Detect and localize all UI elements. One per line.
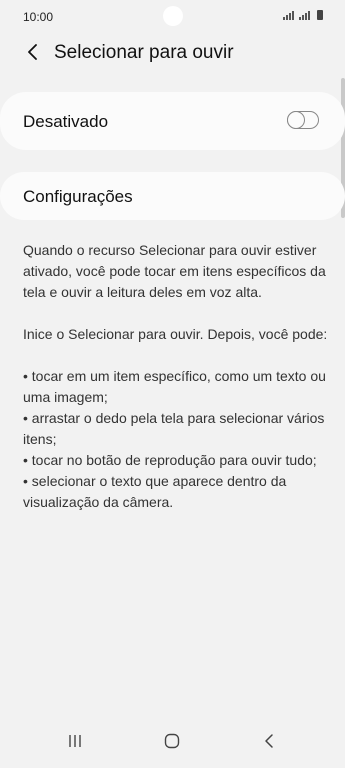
list-item: • tocar no botão de reprodução para ouvi… bbox=[23, 452, 317, 468]
status-bar: 10:00 bbox=[0, 0, 345, 32]
description-bullets: • tocar em um item específico, como um t… bbox=[23, 366, 328, 513]
settings-label: Configurações bbox=[23, 187, 133, 206]
list-item: • selecionar o texto que aparece dentro … bbox=[23, 473, 287, 510]
toggle-card[interactable]: Desativado bbox=[0, 92, 345, 150]
description: Quando o recurso Selecionar para ouvir e… bbox=[23, 240, 328, 513]
back-nav-button[interactable] bbox=[256, 728, 282, 754]
recent-apps-button[interactable] bbox=[62, 728, 88, 754]
header: Selecionar para ouvir bbox=[0, 37, 345, 69]
camera-cutout bbox=[163, 6, 183, 26]
list-item: • tocar em um item específico, como um t… bbox=[23, 368, 326, 405]
status-time: 10:00 bbox=[23, 10, 54, 24]
navigation-bar bbox=[0, 712, 345, 768]
battery-icon bbox=[317, 10, 323, 20]
list-item: • arrastar o dedo pela tela para selecio… bbox=[23, 410, 325, 447]
signal-icon bbox=[283, 10, 295, 20]
toggle-label: Desativado bbox=[23, 112, 109, 131]
signal-icon bbox=[299, 10, 311, 20]
back-button[interactable] bbox=[20, 39, 46, 65]
home-icon bbox=[164, 733, 180, 749]
recent-apps-icon bbox=[69, 735, 81, 747]
settings-item[interactable]: Configurações bbox=[0, 172, 345, 220]
toggle-switch[interactable] bbox=[286, 110, 319, 129]
back-icon bbox=[265, 734, 273, 748]
page-title: Selecionar para ouvir bbox=[54, 42, 234, 63]
switch-knob bbox=[286, 110, 305, 129]
status-icons bbox=[283, 10, 323, 20]
description-intro: Quando o recurso Selecionar para ouvir e… bbox=[23, 242, 326, 300]
chevron-left-icon bbox=[28, 44, 37, 60]
home-button[interactable] bbox=[159, 728, 185, 754]
description-start: Inice o Selecionar para ouvir. Depois, v… bbox=[23, 326, 328, 342]
